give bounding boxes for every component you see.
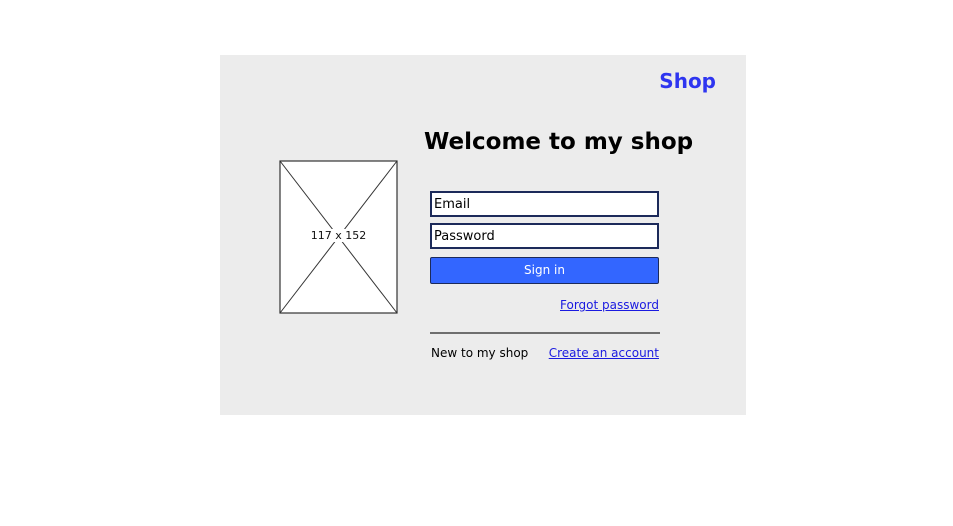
page-title: Welcome to my shop <box>424 129 694 155</box>
password-field[interactable] <box>430 223 659 249</box>
forgot-password-link[interactable]: Forgot password <box>560 298 659 312</box>
image-dimensions-label: 117 x 152 <box>309 229 368 242</box>
image-placeholder: 117 x 152 <box>279 160 398 314</box>
email-field[interactable] <box>430 191 659 217</box>
divider <box>430 332 660 334</box>
new-customer-text: New to my shop <box>431 346 529 360</box>
create-account-link[interactable]: Create an account <box>549 346 659 360</box>
login-panel: Shop 117 x 152 Welcome to my shop Sign i… <box>220 55 746 415</box>
shop-brand-link[interactable]: Shop <box>659 69 716 93</box>
sign-in-button[interactable]: Sign in <box>430 257 659 284</box>
